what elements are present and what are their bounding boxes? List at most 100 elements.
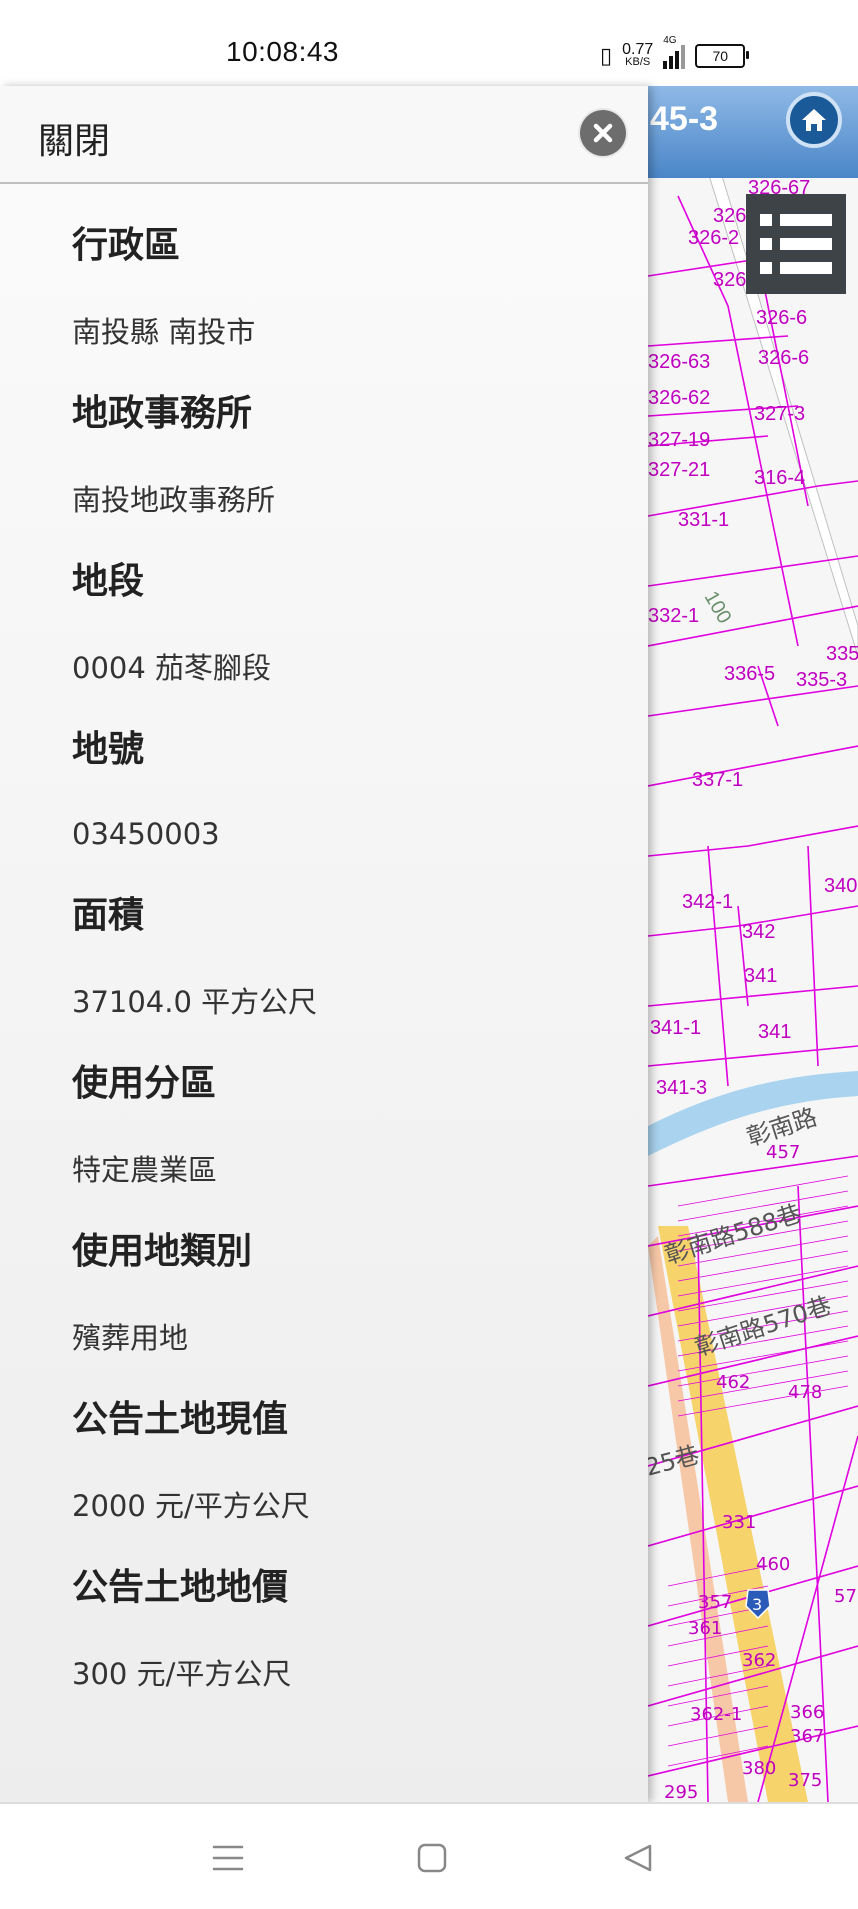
parcel-label: 326-6 bbox=[758, 347, 809, 369]
field-title: 使用分區 bbox=[72, 1063, 217, 1104]
map-view[interactable]: 326-67 326 326-2 326 326-6 326-6 326-63 … bbox=[648, 86, 858, 1802]
home-button[interactable] bbox=[786, 92, 842, 148]
field-title: 面積 bbox=[72, 895, 145, 936]
net-speed-value: 0.77 bbox=[622, 41, 654, 58]
home-square-icon bbox=[417, 1843, 447, 1873]
field-title: 地段 bbox=[72, 561, 145, 602]
field-area-value: 37104.0 平方公尺 bbox=[72, 982, 317, 1022]
map-title: 45-3 bbox=[650, 100, 719, 138]
field-district: 行政區 bbox=[72, 224, 180, 268]
map-canvas[interactable]: 326-67 326 326-2 326 326-6 326-6 326-63 … bbox=[648, 86, 858, 1802]
field-land-office: 地政事務所 bbox=[72, 392, 252, 436]
field-district-value: 南投縣 南投市 bbox=[72, 312, 255, 352]
parcel-label: 327-19 bbox=[648, 429, 710, 451]
field-announced-price: 公告土地地價 bbox=[72, 1566, 288, 1610]
parcel-label: 326-63 bbox=[648, 351, 710, 373]
menu-icon bbox=[212, 1845, 244, 1871]
parcel-label: 367 bbox=[790, 1726, 824, 1747]
parcel-label: 331 bbox=[722, 1512, 756, 1533]
field-section: 地段 bbox=[72, 560, 144, 604]
parcel-label: 335 bbox=[826, 643, 858, 665]
field-land-use-value: 殯葬用地 bbox=[72, 1318, 188, 1358]
parcel-label: 336-5 bbox=[724, 663, 775, 685]
field-title: 公告土地地價 bbox=[72, 1567, 289, 1608]
field-title: 使用地類別 bbox=[72, 1231, 253, 1272]
field-announced-value: 公告土地現值 bbox=[72, 1398, 288, 1442]
status-bar: 10:08:43 ▯ 0.77 KB/S 4G 70 bbox=[0, 0, 858, 86]
parcel-label: 341 bbox=[758, 1021, 791, 1043]
parcel-label: 326-62 bbox=[648, 387, 710, 409]
parcel-label: 326 bbox=[713, 269, 746, 291]
field-land-office-value: 南投地政事務所 bbox=[72, 480, 275, 520]
field-title: 地政事務所 bbox=[72, 393, 253, 434]
parcel-label: 462 bbox=[716, 1372, 750, 1393]
field-value: 殯葬用地 bbox=[72, 1321, 189, 1355]
parcel-label: 341-3 bbox=[656, 1077, 707, 1099]
parcel-label: 340 bbox=[824, 875, 857, 897]
parcel-label: 341-1 bbox=[650, 1017, 701, 1039]
status-icons: ▯ 0.77 KB/S 4G 70 bbox=[600, 35, 750, 74]
battery-icon: 70 bbox=[695, 44, 750, 68]
field-value: 37104.0 平方公尺 bbox=[72, 985, 318, 1019]
highway-number: 3 bbox=[752, 1595, 762, 1614]
parcel-label: 366 bbox=[790, 1702, 824, 1723]
field-title: 地號 bbox=[72, 729, 145, 770]
network-type: 4G bbox=[663, 35, 677, 46]
parcel-label: 57 bbox=[834, 1586, 857, 1607]
close-label[interactable]: 關閉 bbox=[38, 112, 110, 164]
field-section-value: 0004 茄苳腳段 bbox=[72, 648, 271, 688]
status-time: 10:08:43 bbox=[226, 36, 339, 67]
field-title: 行政區 bbox=[72, 225, 181, 266]
field-announced-price-amount: 300 元/平方公尺 bbox=[72, 1654, 291, 1694]
field-lot-number-value: 03450003 bbox=[72, 814, 220, 854]
field-value: 南投縣 南投市 bbox=[72, 315, 256, 349]
parcel-label: 335-3 bbox=[796, 669, 847, 691]
home-icon bbox=[802, 109, 826, 131]
info-drawer: 關閉 行政區 南投縣 南投市 地政事務所 南投地政事務所 地段 0004 茄苳腳… bbox=[0, 86, 648, 1802]
parcel-label: 341 bbox=[744, 965, 777, 987]
field-zoning: 使用分區 bbox=[72, 1062, 216, 1106]
parcel-label: 362 bbox=[742, 1650, 776, 1671]
menu-button[interactable] bbox=[204, 1834, 252, 1882]
field-area: 面積 bbox=[72, 894, 144, 938]
parcel-label: 331-1 bbox=[678, 509, 729, 531]
system-nav-bar bbox=[0, 1802, 858, 1909]
field-lot-number: 地號 bbox=[72, 728, 144, 772]
parcel-label: 460 bbox=[756, 1554, 790, 1575]
field-value: 特定農業區 bbox=[72, 1153, 218, 1187]
field-land-use: 使用地類別 bbox=[72, 1230, 252, 1274]
close-icon[interactable] bbox=[580, 110, 626, 156]
parcel-label: 295 bbox=[664, 1782, 698, 1802]
parcel-label: 327-21 bbox=[648, 459, 710, 481]
field-value: 03450003 bbox=[72, 817, 220, 851]
drawer-header: 關閉 bbox=[0, 86, 648, 184]
parcel-label: 342 bbox=[742, 921, 775, 943]
back-icon bbox=[624, 1844, 652, 1872]
field-announced-value-amount: 2000 元/平方公尺 bbox=[72, 1486, 310, 1526]
parcel-label: 326-2 bbox=[688, 227, 739, 249]
parcel-label: 362-1 bbox=[690, 1704, 742, 1725]
layers-menu-icon[interactable] bbox=[746, 194, 846, 294]
parcel-label: 361 bbox=[688, 1618, 722, 1639]
parcel-label: 342-1 bbox=[682, 891, 733, 913]
parcel-label: 357 bbox=[698, 1592, 732, 1613]
field-value: 300 元/平方公尺 bbox=[72, 1657, 292, 1691]
battery-level: 70 bbox=[712, 48, 729, 64]
field-value: 2000 元/平方公尺 bbox=[72, 1489, 310, 1523]
field-value: 0004 茄苳腳段 bbox=[72, 651, 272, 685]
parcel-label: 316-4 bbox=[754, 467, 805, 489]
home-square-button[interactable] bbox=[408, 1834, 456, 1882]
parcel-label: 337-1 bbox=[692, 769, 743, 791]
field-value: 南投地政事務所 bbox=[72, 483, 276, 517]
net-speed-unit: KB/S bbox=[625, 56, 651, 68]
parcel-label: 332-1 bbox=[648, 605, 699, 627]
parcel-label: 380 bbox=[742, 1758, 776, 1779]
signal-icon: 4G bbox=[663, 35, 686, 69]
parcel-label: 326-6 bbox=[756, 307, 807, 329]
back-button[interactable] bbox=[614, 1834, 662, 1882]
parcel-label: 326 bbox=[713, 205, 746, 227]
parcel-label: 457 bbox=[766, 1142, 800, 1163]
parcel-label: 375 bbox=[788, 1770, 822, 1791]
parcel-label: 327-3 bbox=[754, 403, 805, 425]
net-speed: 0.77 KB/S bbox=[622, 41, 654, 69]
